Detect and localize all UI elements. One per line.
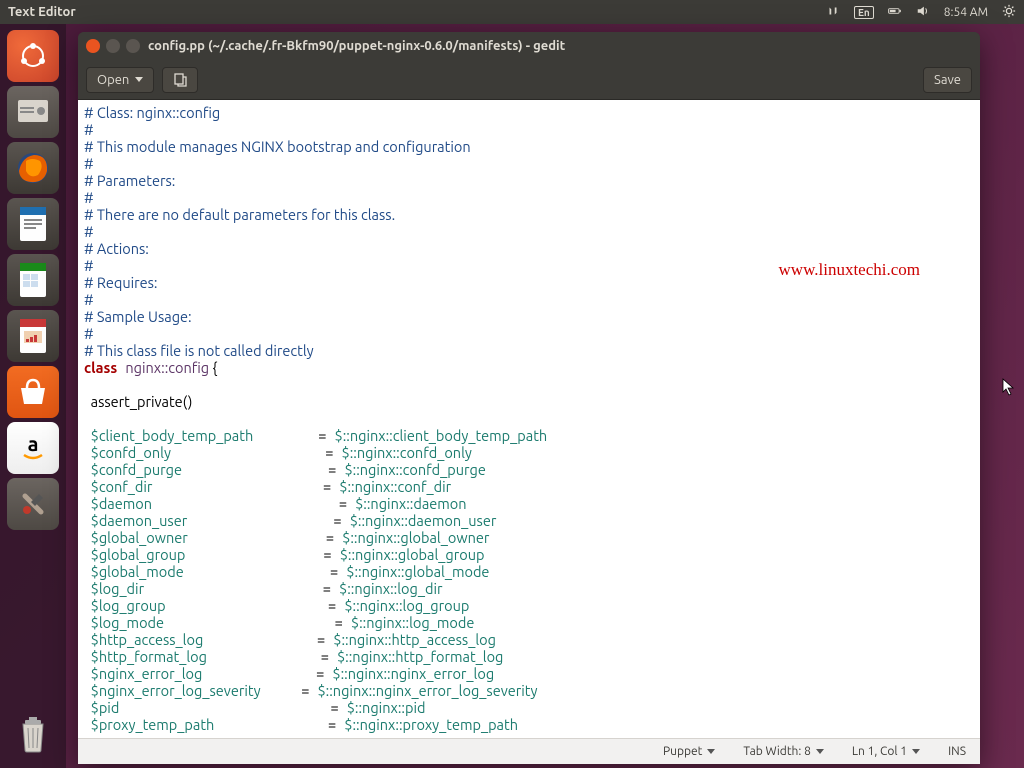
unity-launcher: a [0,24,66,768]
launcher-dash[interactable] [7,30,59,82]
editor-area[interactable]: www.linuxtechi.com # Class: nginx::confi… [78,100,980,738]
window-titlebar[interactable]: config.pp (~/.cache/.fr-Bkfm90/puppet-ng… [78,32,980,60]
app-title: Text Editor [8,5,826,19]
statusbar-language[interactable]: Puppet [663,745,715,758]
launcher-impress[interactable] [7,310,59,362]
top-menubar: Text Editor En 8:54 AM [0,0,1024,24]
window-minimize-button[interactable] [106,39,120,53]
save-button-label: Save [934,73,961,87]
launcher-firefox[interactable] [7,142,59,194]
statusbar: Puppet Tab Width: 8 Ln 1, Col 1 INS [78,738,980,764]
network-icon[interactable] [826,4,840,21]
chevron-down-icon [707,749,715,754]
launcher-amazon[interactable]: a [7,422,59,474]
gear-icon[interactable] [1002,4,1016,21]
chevron-down-icon [135,77,143,82]
svg-text:a: a [28,432,39,455]
window-title: config.pp (~/.cache/.fr-Bkfm90/puppet-ng… [148,39,565,53]
launcher-writer[interactable] [7,198,59,250]
battery-icon[interactable] [888,4,902,21]
watermark-text: www.linuxtechi.com [779,260,920,280]
window-close-button[interactable] [86,39,100,53]
launcher-files[interactable] [7,86,59,138]
mouse-cursor [1002,378,1016,402]
system-tray: En 8:54 AM [826,4,1016,21]
launcher-software[interactable] [7,366,59,418]
keyboard-indicator[interactable]: En [854,6,874,19]
statusbar-tabwidth[interactable]: Tab Width: 8 [743,745,823,758]
clock[interactable]: 8:54 AM [944,6,988,19]
window-maximize-button[interactable] [126,39,140,53]
statusbar-insert-mode[interactable]: INS [948,745,966,758]
save-button[interactable]: Save [923,67,972,93]
launcher-calc[interactable] [7,254,59,306]
open-button[interactable]: Open [86,67,154,93]
open-button-label: Open [97,73,129,87]
sound-icon[interactable] [916,4,930,21]
statusbar-position[interactable]: Ln 1, Col 1 [852,745,920,758]
chevron-down-icon [816,749,824,754]
launcher-settings[interactable] [7,478,59,530]
launcher-trash[interactable] [7,708,59,760]
new-tab-button[interactable] [162,67,198,93]
chevron-down-icon [912,749,920,754]
code-content[interactable]: # Class: nginx::config # # This module m… [78,100,980,737]
gedit-window: config.pp (~/.cache/.fr-Bkfm90/puppet-ng… [78,32,980,764]
gedit-toolbar: Open Save [78,60,980,100]
